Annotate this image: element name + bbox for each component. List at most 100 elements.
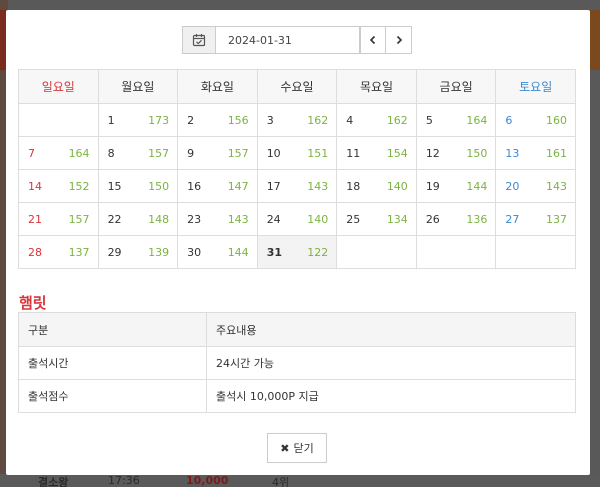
calendar-day-cell[interactable]: 22 148 — [97, 202, 179, 236]
close-button[interactable]: ✖ 닫기 — [267, 433, 327, 463]
attendance-count: 143 — [227, 213, 249, 226]
attendance-count: 173 — [148, 114, 170, 127]
day-number: 14 — [28, 180, 42, 193]
calendar-day-cell[interactable]: 8 157 — [97, 136, 179, 170]
calendar-day-cell[interactable]: 30 144 — [177, 235, 258, 269]
calendar-day-cell[interactable]: 12 150 — [415, 136, 497, 170]
calendar-day-cell[interactable]: 9 157 — [177, 136, 258, 170]
calendar-day-cell[interactable]: 13 161 — [495, 136, 576, 170]
calendar-week-row: 7 164 8 157 9 157 10 151 11 154 12 150 13 161 — [18, 136, 576, 170]
calendar-day-cell[interactable]: 10 151 — [256, 136, 338, 170]
calendar-day-cell[interactable]: 21 157 — [18, 202, 99, 236]
attendance-count: 144 — [227, 246, 249, 259]
attendance-count: 122 — [307, 246, 329, 259]
calendar-day-cell[interactable]: 18 140 — [336, 169, 417, 203]
info-row-label: 출석점수 — [18, 379, 207, 413]
date-input[interactable] — [216, 26, 360, 54]
calendar-week-row: 1 173 2 156 3 162 4 162 5 164 6 160 — [18, 103, 576, 137]
day-number: 15 — [107, 180, 122, 193]
calendar-table: 일요일 월요일 화요일 수요일 목요일 금요일 토요일 1 173 2 156 3 162… — [18, 69, 576, 269]
calendar-week-row: 21 157 22 148 23 143 24 140 25 134 26 136 27 137 — [18, 202, 576, 236]
calendar-day-cell[interactable]: 24 140 — [256, 202, 338, 236]
day-number: 7 — [28, 147, 35, 160]
calendar-day-cell[interactable]: 14 152 — [18, 169, 99, 203]
calendar-day-cell[interactable]: 25 134 — [336, 202, 417, 236]
attendance-count: 162 — [386, 114, 408, 127]
day-number: 31 — [266, 246, 282, 259]
day-number: 26 — [425, 213, 440, 226]
calendar-button[interactable] — [182, 26, 216, 54]
info-table: 구분 주요내용 출석시간 24시간 가능 출석점수 출석시 10,000P 지급 — [18, 312, 576, 413]
calendar-empty-cell — [495, 235, 576, 269]
attendance-count: 151 — [307, 147, 329, 160]
calendar-day-cell[interactable]: 17 143 — [256, 169, 338, 203]
day-number: 9 — [187, 147, 195, 160]
day-number: 1 — [107, 114, 115, 127]
day-number: 12 — [425, 147, 440, 160]
day-number: 23 — [187, 213, 202, 226]
attendance-count: 144 — [466, 180, 488, 193]
attendance-count: 152 — [68, 180, 90, 193]
info-header-category: 구분 — [18, 312, 207, 347]
calendar-day-cell[interactable]: 31 122 — [256, 235, 338, 269]
attendance-count: 137 — [68, 246, 90, 259]
day-number: 17 — [266, 180, 281, 193]
calendar-day-cell[interactable]: 1 173 — [97, 103, 179, 137]
weekday-tuesday: 화요일 — [177, 69, 258, 104]
calendar-day-cell[interactable]: 19 144 — [415, 169, 497, 203]
calendar-week-row: 28 137 29 139 30 144 31 122 — [18, 235, 576, 269]
attendance-count: 164 — [466, 114, 488, 127]
next-month-button[interactable] — [386, 26, 412, 54]
info-row-value: 출석시 10,000P 지급 — [206, 379, 576, 413]
attendance-count: 157 — [227, 147, 249, 160]
calendar-day-cell[interactable]: 27 137 — [495, 202, 576, 236]
attendance-count: 137 — [546, 213, 567, 226]
attendance-count: 154 — [386, 147, 408, 160]
calendar-empty-cell — [336, 235, 417, 269]
day-number: 25 — [346, 213, 361, 226]
day-number: 30 — [187, 246, 202, 259]
attendance-count: 147 — [227, 180, 249, 193]
calendar-day-cell[interactable]: 2 156 — [177, 103, 258, 137]
day-number: 24 — [266, 213, 281, 226]
day-number: 5 — [425, 114, 433, 127]
weekday-monday: 월요일 — [97, 69, 179, 104]
date-bar — [182, 26, 412, 54]
calendar-day-cell[interactable]: 6 160 — [495, 103, 576, 137]
calendar-day-cell[interactable]: 4 162 — [336, 103, 417, 137]
section-title: 햄릿 — [19, 294, 47, 312]
day-number: 20 — [505, 180, 520, 193]
attendance-count: 150 — [148, 180, 170, 193]
calendar-day-cell[interactable]: 11 154 — [336, 136, 417, 170]
info-row: 출석시간 24시간 가능 — [18, 346, 576, 380]
close-button-label: 닫기 — [293, 442, 314, 455]
calendar-day-cell[interactable]: 15 150 — [97, 169, 179, 203]
calendar-day-cell[interactable]: 3 162 — [256, 103, 338, 137]
attendance-count: 143 — [546, 180, 567, 193]
calendar-day-cell[interactable]: 23 143 — [177, 202, 258, 236]
day-number: 27 — [505, 213, 520, 226]
calendar-day-cell[interactable]: 29 139 — [97, 235, 179, 269]
day-number: 10 — [266, 147, 281, 160]
attendance-count: 140 — [307, 213, 329, 226]
calendar-day-cell[interactable]: 5 164 — [415, 103, 497, 137]
calendar-day-cell[interactable]: 28 137 — [18, 235, 99, 269]
calendar-day-cell[interactable]: 7 164 — [18, 136, 99, 170]
calendar-week-row: 14 152 15 150 16 147 17 143 18 140 19 144 20 143 — [18, 169, 576, 203]
calendar-day-cell[interactable]: 16 147 — [177, 169, 258, 203]
prev-month-button[interactable] — [360, 26, 386, 54]
chevron-left-icon — [369, 35, 376, 45]
day-number: 4 — [346, 114, 354, 127]
calendar-day-cell[interactable]: 26 136 — [415, 202, 497, 236]
calendar-body: 1 173 2 156 3 162 4 162 5 164 6 160 7 164 8 157 9 157 10 15… — [18, 103, 576, 269]
attendance-count: 148 — [148, 213, 170, 226]
weekday-friday: 금요일 — [415, 69, 497, 104]
calendar-empty-cell — [18, 103, 99, 137]
background-row: 결소왕 17:36 10,000 4위 — [0, 474, 600, 487]
background-points: 10,000 — [186, 474, 229, 487]
attendance-count: 140 — [386, 180, 408, 193]
attendance-count: 157 — [148, 147, 170, 160]
info-row-label: 출석시간 — [18, 346, 207, 380]
weekday-header-row: 일요일 월요일 화요일 수요일 목요일 금요일 토요일 — [18, 69, 576, 104]
calendar-day-cell[interactable]: 20 143 — [495, 169, 576, 203]
